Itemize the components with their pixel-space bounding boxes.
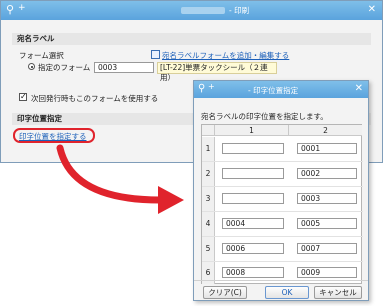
position-cell-2-1[interactable] <box>222 168 284 179</box>
clear-button[interactable]: クリア(C) <box>203 286 247 299</box>
position-grid: 1 2 1 0001 2 0002 3 0003 4 0004 0005 5 0… <box>201 124 363 284</box>
position-cell-6-1[interactable]: 0008 <box>222 267 284 278</box>
position-cell-5-1[interactable]: 0006 <box>222 243 284 254</box>
row-label-5: 5 <box>202 237 215 261</box>
cancel-button[interactable]: キャンセル <box>314 286 362 299</box>
position-cell-1-2[interactable]: 0001 <box>297 143 357 154</box>
magnifier-icon: ⚲ <box>198 83 206 94</box>
dialog-titlebar: ⚲ + - 印字位置指定 ✕ <box>194 81 368 98</box>
row-label-4: 4 <box>202 212 215 236</box>
arrow-head <box>158 186 184 214</box>
row-label-1: 1 <box>202 137 215 161</box>
position-cell-4-2[interactable]: 0005 <box>297 218 357 229</box>
position-cell-2-2[interactable]: 0002 <box>297 168 357 179</box>
row-divider <box>202 186 363 187</box>
ok-button[interactable]: OK <box>265 286 309 299</box>
position-cell-5-2[interactable]: 0007 <box>297 243 357 254</box>
column-header-2: 2 <box>289 125 362 136</box>
column-header-1: 1 <box>215 125 289 136</box>
arrow-shaft <box>56 144 164 204</box>
position-cell-3-1[interactable] <box>222 193 284 204</box>
row-divider <box>202 261 363 262</box>
dialog-title: - 印字位置指定 <box>248 86 299 95</box>
plus-icon: + <box>208 82 215 91</box>
position-cell-4-1[interactable]: 0004 <box>222 218 284 229</box>
position-cell-3-2[interactable]: 0003 <box>297 193 357 204</box>
position-cell-1-1[interactable] <box>222 143 284 154</box>
row-divider <box>202 236 363 237</box>
row-divider <box>202 161 363 162</box>
row-divider <box>202 211 363 212</box>
grid-corner <box>202 125 215 136</box>
close-icon[interactable]: ✕ <box>355 83 363 94</box>
print-position-dialog: ⚲ + - 印字位置指定 ✕ 宛名ラベルの印字位置を指定します。 1 2 1 0… <box>193 80 369 301</box>
row-label-3: 3 <box>202 187 215 211</box>
dialog-message: 宛名ラベルの印字位置を指定します。 <box>201 112 328 121</box>
row-label-2: 2 <box>202 162 215 186</box>
dialog-footer: クリア(C) OK キャンセル <box>194 280 368 301</box>
position-cell-6-2[interactable]: 0009 <box>297 267 357 278</box>
